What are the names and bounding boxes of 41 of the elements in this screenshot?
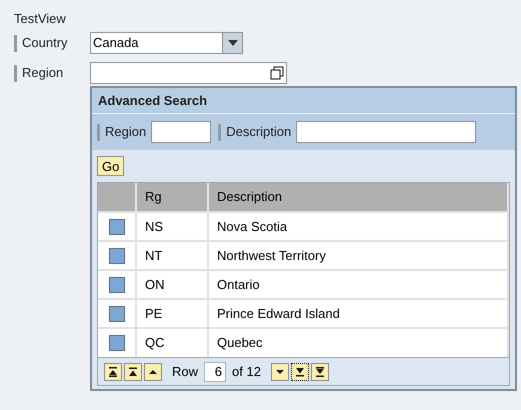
field-label: Region — [22, 64, 64, 82]
row-selector[interactable] — [108, 248, 124, 264]
table-cell: Prince Edward Island — [208, 299, 508, 328]
row-selector[interactable] — [108, 306, 124, 322]
page-down-button[interactable] — [290, 362, 309, 380]
table-cell: Nova Scotia — [208, 212, 508, 241]
panel-title: Advanced Search — [98, 92, 208, 110]
last-button[interactable] — [310, 362, 329, 380]
filter-field[interactable] — [296, 121, 476, 143]
last-icon — [314, 366, 326, 378]
row-number-field[interactable]: 6 — [204, 362, 226, 382]
up-button[interactable] — [144, 362, 162, 380]
filter-field[interactable] — [151, 121, 212, 143]
column-header: Rg — [136, 183, 208, 212]
view-title: TestView — [14, 10, 67, 28]
page-down-icon — [294, 366, 306, 378]
page-up-icon — [127, 366, 139, 378]
row-selector[interactable] — [108, 335, 124, 351]
value-help-icon — [270, 66, 284, 80]
table-cell: ON — [136, 270, 208, 299]
row-label: Row — [172, 362, 198, 381]
page-up-button[interactable] — [124, 362, 142, 380]
first-button[interactable] — [104, 362, 122, 380]
table-cell: NT — [136, 241, 208, 270]
table-cell: Northwest Territory — [208, 241, 508, 270]
table-cell: Ontario — [208, 270, 508, 299]
first-icon — [107, 366, 119, 378]
column-header: Description — [208, 183, 508, 212]
table-cell: NS — [136, 212, 208, 241]
field-label: Description — [226, 123, 292, 142]
go-button[interactable]: Go — [97, 156, 124, 176]
field-label: Country — [22, 34, 68, 52]
table-cell: PE — [136, 299, 208, 328]
country-dropdown[interactable]: Canada — [90, 32, 243, 54]
region-field[interactable] — [90, 62, 287, 84]
down-button[interactable] — [270, 362, 289, 380]
row-selector[interactable] — [108, 218, 124, 234]
row-count-label: of 12 — [232, 362, 261, 381]
row-selector[interactable] — [108, 276, 124, 292]
caret-icon — [228, 40, 238, 46]
field-label: Region — [105, 123, 146, 142]
